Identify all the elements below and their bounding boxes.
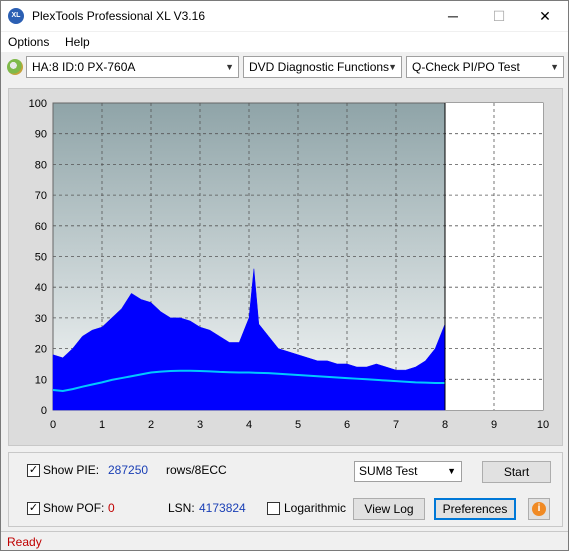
x-tick-label: 8 <box>442 419 448 431</box>
pi-po-chart: 0 10 20 30 40 50 60 70 80 90 100 0 1 2 3 4 5 6 7 8 9 10 <box>8 88 563 446</box>
logarithmic-label: Logarithmic <box>284 501 347 515</box>
drive-select[interactable]: HA:8 ID:0 PX-760A ▼ <box>26 56 239 78</box>
x-tick-label: 5 <box>295 419 301 431</box>
pie-value: 287250 <box>108 463 149 477</box>
info-button[interactable]: i <box>528 498 550 520</box>
y-tick-label: 10 <box>35 374 47 386</box>
x-tick-label: 6 <box>344 419 350 431</box>
y-tick-label: 90 <box>35 129 47 141</box>
chart-svg: 0 10 20 30 40 50 60 70 80 90 100 0 1 2 3 4 5 6 7 8 9 10 <box>29 98 549 431</box>
y-tick-label: 70 <box>35 190 47 202</box>
test-mode-select[interactable]: SUM8 Test ▼ <box>354 461 462 482</box>
lsn-label: LSN: <box>168 501 195 515</box>
y-tick-label: 40 <box>35 282 47 294</box>
disc-icon <box>7 59 23 75</box>
info-icon: i <box>532 502 546 516</box>
y-tick-label: 80 <box>35 159 47 171</box>
toolbar: HA:8 ID:0 PX-760A ▼ DVD Diagnostic Funct… <box>1 53 568 81</box>
preferences-button[interactable]: Preferences <box>434 498 516 520</box>
pof-value: 0 <box>108 501 115 515</box>
test-mode-value: SUM8 Test <box>359 464 418 478</box>
close-button[interactable]: ✕ <box>522 1 568 31</box>
show-pof-checkbox[interactable]: ✓ <box>27 502 40 515</box>
x-tick-label: 0 <box>50 419 56 431</box>
y-tick-label: 0 <box>41 405 47 417</box>
start-button[interactable]: Start <box>482 461 551 483</box>
function-select[interactable]: DVD Diagnostic Functions ▼ <box>243 56 402 78</box>
y-tick-label: 30 <box>35 313 47 325</box>
function-select-value: DVD Diagnostic Functions <box>249 60 390 74</box>
view-log-button[interactable]: View Log <box>353 498 425 520</box>
chevron-down-icon: ▼ <box>550 62 559 72</box>
title-bar: XL PlexTools Professional XL V3.16 ─ ☐ ✕ <box>1 1 568 31</box>
x-tick-label: 2 <box>148 419 154 431</box>
pie-unit: rows/8ECC <box>166 463 227 477</box>
y-tick-label: 60 <box>35 221 47 233</box>
chevron-down-icon: ▼ <box>225 62 234 72</box>
window-title: PlexTools Professional XL V3.16 <box>32 9 205 23</box>
x-tick-label: 3 <box>197 419 203 431</box>
app-window: XL PlexTools Professional XL V3.16 ─ ☐ ✕… <box>0 0 569 551</box>
x-tick-label: 10 <box>537 419 549 431</box>
y-tick-label: 20 <box>35 344 47 356</box>
y-tick-labels: 0 10 20 30 40 50 60 70 80 90 100 <box>29 98 47 417</box>
menu-help[interactable]: Help <box>65 35 90 49</box>
x-tick-label: 1 <box>99 419 105 431</box>
x-tick-labels: 0 1 2 3 4 5 6 7 8 9 10 <box>50 419 549 431</box>
drive-select-value: HA:8 ID:0 PX-760A <box>32 60 136 74</box>
show-pof-label: Show POF: <box>43 501 105 515</box>
minimize-button[interactable]: ─ <box>430 1 476 31</box>
test-select-value: Q-Check PI/PO Test <box>412 60 520 74</box>
app-logo-icon: XL <box>8 8 24 24</box>
y-tick-label: 100 <box>29 98 47 110</box>
x-tick-label: 4 <box>246 419 252 431</box>
lsn-value: 4173824 <box>199 501 246 515</box>
x-tick-label: 7 <box>393 419 399 431</box>
status-text: Ready <box>7 535 42 549</box>
logarithmic-checkbox[interactable] <box>267 502 280 515</box>
status-bar: Ready <box>1 531 568 550</box>
show-pie-label: Show PIE: <box>43 463 100 477</box>
maximize-button[interactable]: ☐ <box>476 1 522 31</box>
chevron-down-icon: ▼ <box>447 466 456 476</box>
test-select[interactable]: Q-Check PI/PO Test ▼ <box>406 56 564 78</box>
show-pie-checkbox[interactable]: ✓ <box>27 464 40 477</box>
x-tick-label: 9 <box>491 419 497 431</box>
menu-bar: Options Help <box>1 32 568 52</box>
y-tick-label: 50 <box>35 252 47 264</box>
chevron-down-icon: ▼ <box>388 62 397 72</box>
menu-options[interactable]: Options <box>8 35 49 49</box>
control-panel: ✓ Show PIE: 287250 rows/8ECC SUM8 Test ▼… <box>8 452 563 527</box>
